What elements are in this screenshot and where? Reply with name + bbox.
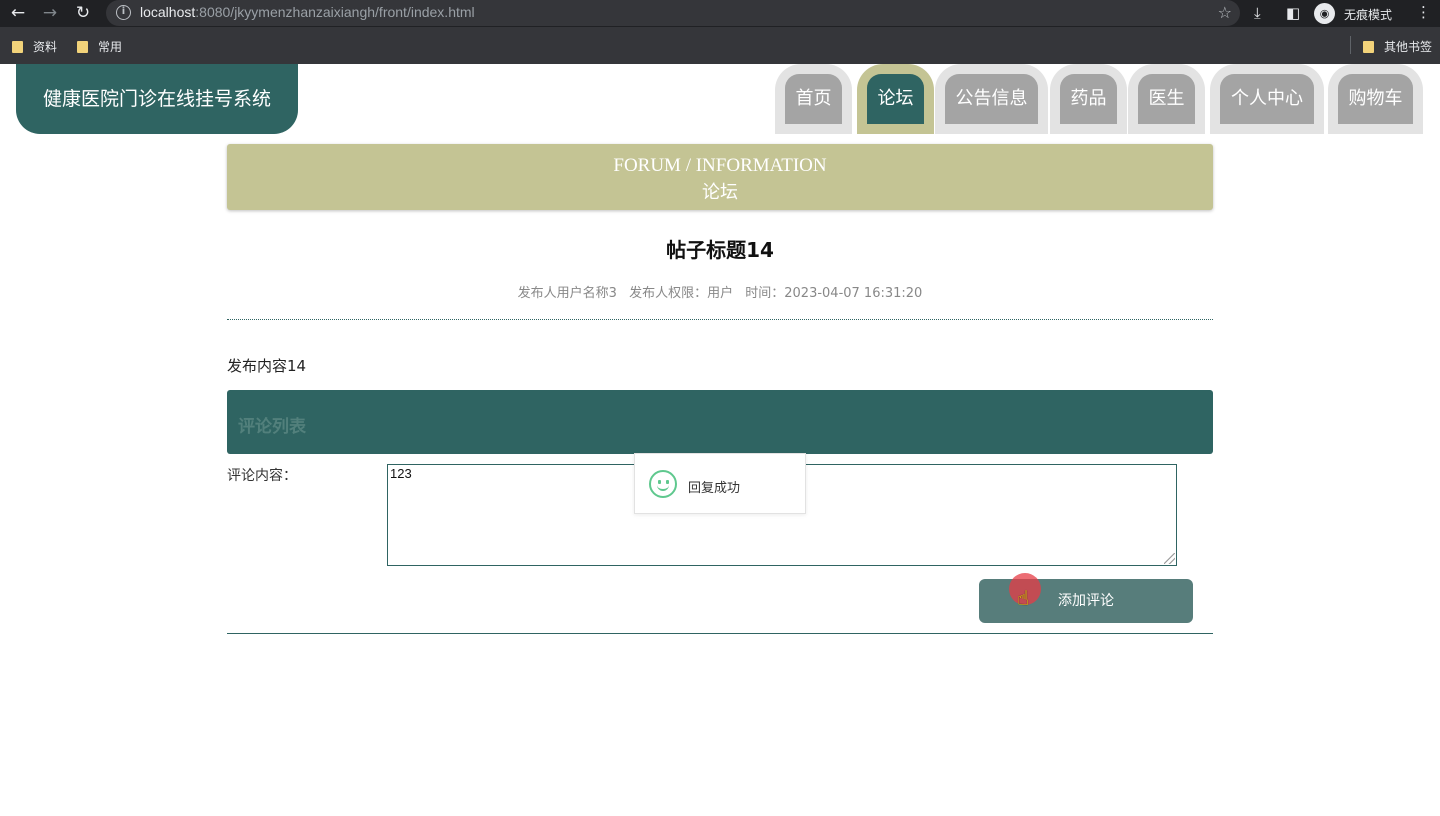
comment-list-header: 评论列表 (227, 390, 1213, 454)
bookmark-star-icon[interactable]: ☆ (1218, 3, 1232, 22)
post-author: 发布人用户名称3 (517, 286, 617, 301)
post-title: 帖子标题14 (666, 238, 774, 262)
browser-menu-icon[interactable]: ⋮ (1416, 3, 1431, 21)
nav-tab-announcements[interactable]: 公告信息 (935, 64, 1048, 134)
textarea-resize-handle[interactable] (1164, 553, 1175, 564)
download-icon[interactable]: ⤓ (1254, 4, 1261, 22)
post-time: 时间：2023-04-07 16:31:20 (745, 286, 923, 301)
post-meta: 发布人用户名称3 发布人权限：用户 时间：2023-04-07 16:31:20 (227, 282, 1213, 301)
site-logo[interactable]: 健康医院门诊在线挂号系统 (16, 64, 298, 134)
comment-label: 评论内容： (227, 468, 297, 484)
nav-tab-profile[interactable]: 个人中心 (1210, 64, 1324, 134)
bookmarks-divider (1350, 36, 1351, 54)
browser-toolbar: ← → ↻ i localhost:8080/jkyymenzhanzaixia… (0, 0, 1440, 27)
banner-title-en: FORUM / INFORMATION (613, 155, 827, 176)
banner-title-cn: 论坛 (702, 182, 738, 202)
side-panel-icon[interactable]: ◧ (1286, 4, 1300, 22)
nav-tab-label: 首页 (785, 74, 842, 124)
nav-tab-label: 购物车 (1338, 74, 1413, 124)
nav-tab-label: 公告信息 (945, 74, 1038, 124)
nav-tab-home[interactable]: 首页 (775, 64, 852, 134)
reload-icon[interactable]: ↻ (71, 0, 95, 27)
success-toast: 回复成功 (634, 453, 806, 514)
address-bar[interactable]: i localhost:8080/jkyymenzhanzaixiangh/fr… (106, 0, 1240, 26)
comment-list-title: 评论列表 (238, 417, 306, 437)
incognito-indicator[interactable]: ◉ 无痕模式 (1314, 3, 1402, 24)
folder-icon (1363, 41, 1374, 53)
folder-icon (77, 41, 88, 53)
other-bookmarks[interactable]: 其他书签 (1363, 38, 1432, 55)
toast-message: 回复成功 (688, 481, 741, 496)
incognito-label: 无痕模式 (1344, 8, 1393, 22)
nav-tab-forum[interactable]: 论坛 (857, 64, 934, 134)
bookmark-folder-2[interactable]: 常用 (77, 38, 122, 55)
nav-tab-medicine[interactable]: 药品 (1050, 64, 1127, 134)
divider (227, 633, 1213, 634)
page: 健康医院门诊在线挂号系统 首页 论坛 公告信息 药品 医生 个人中心 购物车 F… (0, 64, 1440, 816)
smile-icon (649, 470, 677, 498)
folder-icon (12, 41, 23, 53)
hand-cursor-icon: ☝ (1017, 586, 1030, 610)
forward-icon[interactable]: → (38, 0, 62, 27)
nav-tab-doctors[interactable]: 医生 (1128, 64, 1205, 134)
divider (227, 319, 1213, 320)
section-banner: FORUM / INFORMATION 论坛 (227, 144, 1213, 210)
post-content: 发布内容14 (227, 357, 307, 375)
nav-tab-label: 论坛 (867, 74, 924, 124)
bookmarks-bar: 资料 常用 其他书签 (0, 27, 1440, 64)
nav-tab-label: 医生 (1138, 74, 1195, 124)
nav-tab-cart[interactable]: 购物车 (1328, 64, 1423, 134)
incognito-icon: ◉ (1314, 3, 1335, 24)
smile-icon-mouth (657, 484, 669, 491)
url-text[interactable]: localhost:8080/jkyymenzhanzaixiangh/fron… (140, 4, 475, 20)
nav-tab-label: 个人中心 (1220, 74, 1314, 124)
post-role: 发布人权限：用户 (629, 286, 734, 301)
back-icon[interactable]: ← (6, 0, 30, 27)
site-info-icon[interactable]: i (116, 5, 131, 20)
nav-tab-label: 药品 (1060, 74, 1117, 124)
bookmark-folder-1[interactable]: 资料 (12, 38, 57, 55)
